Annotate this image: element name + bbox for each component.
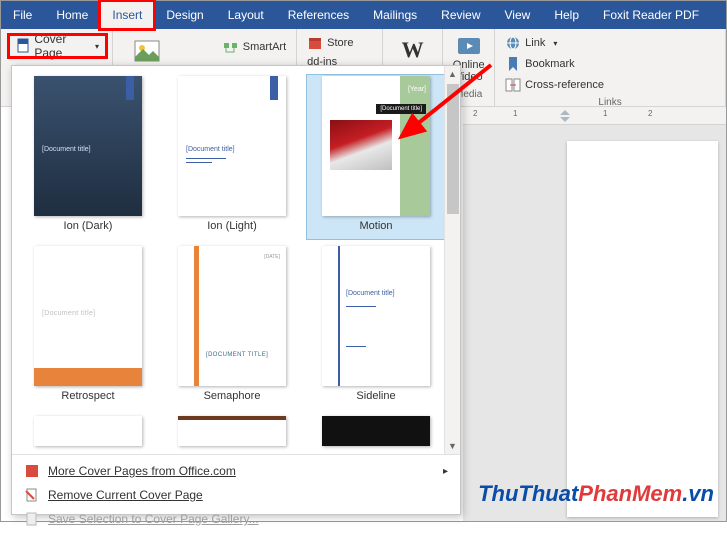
menu-mailings[interactable]: Mailings bbox=[361, 1, 429, 29]
smartart-icon bbox=[223, 39, 239, 55]
cover-page-label: Cover Page bbox=[34, 32, 91, 60]
placeholder-text: [Document title] bbox=[42, 310, 95, 317]
more-cover-pages[interactable]: More Cover Pages from Office.com ▸ bbox=[12, 459, 460, 483]
horizontal-ruler: 2 1 1 2 bbox=[463, 107, 726, 125]
thumb-label: Motion bbox=[359, 216, 392, 238]
crossref-label: Cross-reference bbox=[525, 79, 604, 91]
scroll-down-icon[interactable]: ▼ bbox=[448, 441, 457, 451]
gallery-footer: More Cover Pages from Office.com ▸ Remov… bbox=[12, 454, 460, 535]
document-page[interactable] bbox=[567, 141, 718, 517]
thumb-sideline: [Document title] bbox=[322, 246, 430, 386]
bookmark-icon bbox=[505, 56, 521, 72]
menu-foxit[interactable]: Foxit Reader PDF bbox=[591, 1, 711, 29]
menu-review[interactable]: Review bbox=[429, 1, 492, 29]
thumb-label: Retrospect bbox=[61, 386, 114, 408]
placeholder-text: [Document title] bbox=[346, 290, 395, 297]
link-label: Link bbox=[525, 37, 545, 49]
remove-page-icon bbox=[24, 487, 40, 503]
thumb-label: Sideline bbox=[356, 386, 395, 408]
menu-design[interactable]: Design bbox=[154, 1, 215, 29]
save-to-gallery: Save Selection to Cover Page Gallery... bbox=[12, 507, 460, 531]
chevron-down-icon: ▾ bbox=[95, 42, 99, 51]
ruler-tick: 1 bbox=[603, 109, 607, 118]
thumb-ion-light: [Document title] bbox=[178, 76, 286, 216]
smartart-label: SmartArt bbox=[243, 41, 286, 53]
store-button[interactable]: Store bbox=[303, 33, 376, 53]
more-label: More Cover Pages from Office.com bbox=[48, 464, 236, 478]
menu-references[interactable]: References bbox=[276, 1, 361, 29]
thumb-ion-dark: [Document title] bbox=[34, 76, 142, 216]
cover-page-button[interactable]: Cover Page ▾ bbox=[9, 35, 106, 57]
link-button[interactable]: Link ▾ bbox=[501, 33, 719, 53]
pictures-icon bbox=[133, 39, 161, 63]
smartart-button[interactable]: SmartArt bbox=[219, 37, 290, 57]
menu-insert[interactable]: Insert bbox=[100, 1, 154, 29]
remove-label: Remove Current Cover Page bbox=[48, 488, 203, 502]
ruler-tick: 1 bbox=[513, 109, 517, 118]
chevron-down-icon: ▾ bbox=[553, 39, 557, 48]
bookmark-label: Bookmark bbox=[525, 58, 575, 70]
ruler-tick: 2 bbox=[648, 109, 652, 118]
save-label: Save Selection to Cover Page Gallery... bbox=[48, 512, 259, 526]
gallery-item-cut[interactable] bbox=[306, 414, 446, 448]
menubar: File Home Insert Design Layout Reference… bbox=[1, 1, 726, 29]
gallery-item-retrospect[interactable]: [Document title] Retrospect bbox=[18, 244, 158, 410]
gallery-item-ion-light[interactable]: [Document title] Ion (Light) bbox=[162, 74, 302, 240]
gallery-item-cut[interactable] bbox=[18, 414, 158, 448]
gallery-item-sideline[interactable]: [Document title] Sideline bbox=[306, 244, 446, 410]
indent-marker-icon[interactable] bbox=[559, 109, 571, 123]
menu-home[interactable]: Home bbox=[44, 1, 100, 29]
menu-help[interactable]: Help bbox=[542, 1, 591, 29]
save-gallery-icon bbox=[24, 511, 40, 527]
link-icon bbox=[505, 35, 521, 51]
thumb-semaphore: [DATE] [DOCUMENT TITLE] bbox=[178, 246, 286, 386]
thumb-label: Semaphore bbox=[204, 386, 261, 408]
store-icon bbox=[307, 35, 323, 51]
gallery-item-cut[interactable] bbox=[162, 414, 302, 448]
office-icon bbox=[24, 463, 40, 479]
online-video-icon bbox=[455, 35, 483, 57]
cover-page-icon bbox=[16, 38, 30, 54]
thumb-retrospect: [Document title] bbox=[34, 246, 142, 386]
chevron-right-icon: ▸ bbox=[443, 466, 448, 477]
menu-file[interactable]: File bbox=[1, 1, 44, 29]
thumb-label: Ion (Light) bbox=[207, 216, 257, 238]
remove-cover-page[interactable]: Remove Current Cover Page bbox=[12, 483, 460, 507]
menu-view[interactable]: View bbox=[493, 1, 543, 29]
bookmark-button[interactable]: Bookmark bbox=[501, 54, 719, 74]
placeholder-text: [Document title] bbox=[42, 146, 91, 153]
crossref-button[interactable]: Cross-reference bbox=[501, 75, 719, 95]
annotation-arrow bbox=[381, 59, 501, 159]
store-label: Store bbox=[327, 37, 353, 49]
placeholder-text: [Document title] bbox=[186, 146, 235, 153]
gallery-item-ion-dark[interactable]: [Document title] Ion (Dark) bbox=[18, 74, 158, 240]
placeholder-text: [DOCUMENT TITLE] bbox=[206, 352, 268, 358]
gallery-item-semaphore[interactable]: [DATE] [DOCUMENT TITLE] Semaphore bbox=[162, 244, 302, 410]
crossref-icon bbox=[505, 77, 521, 93]
menu-layout[interactable]: Layout bbox=[216, 1, 276, 29]
thumb-label: Ion (Dark) bbox=[64, 216, 113, 238]
